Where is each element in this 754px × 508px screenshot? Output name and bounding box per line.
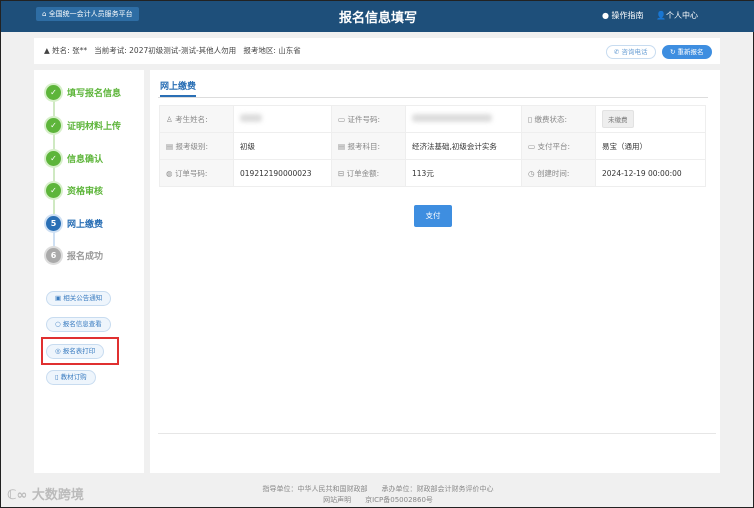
candidate-info-bar: ▲ 姓名: 张** 当前考试: 2027初级测试-测试-其他人勿用 报考地区: …	[34, 38, 720, 64]
step-6: 6 报名成功	[46, 247, 103, 263]
status-badge: 未缴费	[602, 110, 634, 128]
status-cell: 未缴费	[595, 105, 706, 133]
status-label: ▯ 缴费状态:	[521, 105, 596, 133]
subject-value: 经济法基础,初级会计实务	[405, 132, 522, 160]
check-icon: ✓	[46, 84, 61, 100]
info-icon: ●	[602, 11, 609, 20]
order-label: ◍ 订单号码:	[159, 159, 234, 187]
platform-value: 易宝（通用）	[595, 132, 706, 160]
step-5: 5 网上缴费	[46, 215, 103, 231]
progress-sidebar: ✓ 填写报名信息 ✓ 证明材料上传 ✓ 信息确认 ✓ 资格审核 5 网上缴费 6 报名成功 …	[34, 70, 144, 473]
step-label: 证明材料上传	[67, 121, 122, 132]
candidate-name: 姓名: 张**	[52, 46, 88, 55]
textbook-label: 教材订购	[60, 373, 87, 381]
table-row: ◍ 订单号码: 019212190000023 ⊟ 订单金额: 113元 ◷ 创…	[159, 159, 706, 187]
exam-region: 报考地区: 山东省	[243, 46, 301, 55]
reapply-button[interactable]: ↻ 重新报名	[662, 45, 712, 59]
step-1: ✓ 填写报名信息	[46, 84, 121, 100]
footer-units: 指导单位：中华人民共和国财政部 承办单位：财政部会计财务评价中心	[262, 485, 494, 493]
icp-link[interactable]: 京ICP备05002860号	[365, 496, 433, 504]
user-icon: 👤	[656, 11, 666, 20]
step-3: ✓ 信息确认	[46, 150, 103, 166]
payment-info-table: ♙ 考生姓名: ▭ 证件号码: ▯ 缴费状态: 未缴费 ▤ 报考级别: 初级 ▤…	[159, 105, 706, 187]
step-label: 网上缴费	[67, 219, 104, 230]
notice-label: 相关公告通知	[63, 294, 103, 302]
subject-label: ▤ 报考科目:	[331, 132, 406, 160]
id-label: ▭ 证件号码:	[331, 105, 406, 133]
reapply-label: 重新报名	[677, 48, 704, 56]
amount-label: ⊟ 订单金额:	[331, 159, 406, 187]
pay-button[interactable]: 支付	[414, 205, 452, 227]
step-number: 6	[46, 247, 61, 263]
tab-online-payment[interactable]: 网上缴费	[160, 79, 197, 97]
guide-link[interactable]: ● 操作指南	[602, 10, 644, 21]
main-panel: 网上缴费 ♙ 考生姓名: ▭ 证件号码: ▯ 缴费状态: 未缴费 ▤ 报考级别:…	[150, 70, 720, 473]
created-label: ◷ 创建时间:	[521, 159, 596, 187]
order-value: 019212190000023	[233, 159, 332, 187]
platform-label: ▭ 支付平台:	[521, 132, 596, 160]
phone-icon: ✆	[614, 48, 620, 56]
view-info-label: 报名信息查看	[62, 320, 102, 328]
check-icon: ✓	[46, 182, 61, 198]
user-icon: ▲	[44, 46, 50, 55]
amount-value: 113元	[405, 159, 522, 187]
view-info-button[interactable]: ○ 报名信息查看	[46, 317, 111, 332]
step-label: 资格审核	[67, 186, 104, 197]
watermark-logo: ℂ∞ 大数跨境	[7, 488, 84, 503]
textbook-order-button[interactable]: ▯ 教材订购	[46, 370, 96, 385]
profile-link[interactable]: 👤个人中心	[656, 10, 698, 21]
footer-links: 网站声明 京ICP备05002860号	[1, 495, 754, 505]
step-label: 报名成功	[67, 251, 104, 262]
check-icon: ✓	[46, 117, 61, 133]
notice-button[interactable]: ▣ 相关公告通知	[46, 291, 112, 306]
current-exam: 当前考试: 2027初级测试-测试-其他人勿用	[94, 46, 237, 55]
tab-divider	[158, 97, 708, 98]
step-label: 填写报名信息	[67, 88, 122, 99]
table-row: ♙ 考生姓名: ▭ 证件号码: ▯ 缴费状态: 未缴费	[159, 105, 706, 133]
divider	[158, 433, 716, 434]
step-label: 信息确认	[67, 154, 104, 165]
site-statement-link[interactable]: 网站声明	[323, 496, 351, 504]
name-value	[233, 105, 332, 133]
created-value: 2024-12-19 00:00:00	[595, 159, 706, 187]
refresh-icon: ↻	[670, 48, 676, 56]
header: ⌂ 全国统一会计人员服务平台 报名信息填写 ● 操作指南 👤个人中心	[1, 1, 754, 32]
step-4: ✓ 资格审核	[46, 182, 103, 198]
profile-label: 个人中心	[665, 11, 698, 20]
level-value: 初级	[233, 132, 332, 160]
step-2: ✓ 证明材料上传	[46, 117, 121, 133]
consult-label: 咨询电话	[621, 48, 648, 56]
table-row: ▤ 报考级别: 初级 ▤ 报考科目: 经济法基础,初级会计实务 ▭ 支付平台: …	[159, 132, 706, 160]
highlight-box	[41, 337, 119, 365]
check-icon: ✓	[46, 150, 61, 166]
step-number: 5	[46, 215, 61, 231]
name-label: ♙ 考生姓名:	[159, 105, 234, 133]
id-value	[405, 105, 522, 133]
consult-phone-button[interactable]: ✆ 咨询电话	[606, 45, 656, 59]
level-label: ▤ 报考级别:	[159, 132, 234, 160]
guide-label: 操作指南	[611, 11, 644, 20]
